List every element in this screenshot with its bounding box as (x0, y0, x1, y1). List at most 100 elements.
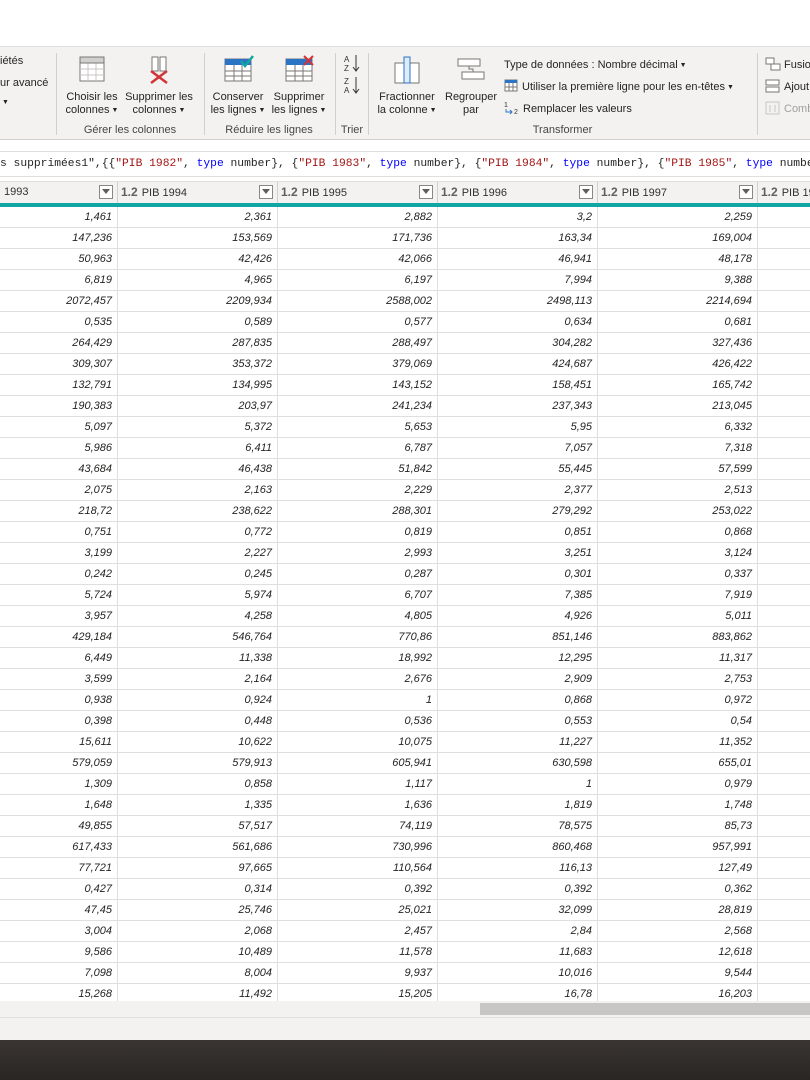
table-cell[interactable]: 1,636 (278, 795, 438, 816)
table-cell[interactable]: 32,099 (438, 900, 598, 921)
table-cell[interactable]: 0,287 (278, 564, 438, 585)
table-cell[interactable]: 0,392 (438, 879, 598, 900)
table-cell[interactable]: 3,2 (438, 207, 598, 228)
table-cell[interactable] (758, 984, 810, 1001)
table-cell[interactable]: 11,227 (438, 732, 598, 753)
table-cell[interactable]: 1,309 (0, 774, 118, 795)
table-cell[interactable]: 165,742 (598, 375, 758, 396)
table-cell[interactable]: 169,004 (598, 228, 758, 249)
table-cell[interactable]: 0,979 (598, 774, 758, 795)
table-cell[interactable]: 10,016 (438, 963, 598, 984)
table-cell[interactable]: 4,965 (118, 270, 278, 291)
table-cell[interactable] (758, 522, 810, 543)
table-cell[interactable]: 9,937 (278, 963, 438, 984)
decimal-type-icon[interactable]: 1.2 (441, 185, 458, 199)
table-cell[interactable]: 11,578 (278, 942, 438, 963)
table-cell[interactable]: 85,73 (598, 816, 758, 837)
table-cell[interactable] (758, 228, 810, 249)
table-cell[interactable]: 2,753 (598, 669, 758, 690)
table-cell[interactable]: 15,611 (0, 732, 118, 753)
table-cell[interactable]: 0,772 (118, 522, 278, 543)
table-cell[interactable]: 11,352 (598, 732, 758, 753)
table-cell[interactable]: 2,84 (438, 921, 598, 942)
ribbon-editeur-avance-partial[interactable]: ur avancé (0, 77, 48, 89)
table-cell[interactable]: 11,683 (438, 942, 598, 963)
table-cell[interactable]: 10,075 (278, 732, 438, 753)
table-cell[interactable]: 77,721 (0, 858, 118, 879)
table-cell[interactable]: 0,392 (278, 879, 438, 900)
table-cell[interactable]: 11,492 (118, 984, 278, 1001)
table-cell[interactable] (758, 900, 810, 921)
column-filter-dropdown-icon[interactable] (419, 185, 433, 199)
table-cell[interactable]: 47,45 (0, 900, 118, 921)
table-cell[interactable]: 2,361 (118, 207, 278, 228)
table-cell[interactable]: 5,653 (278, 417, 438, 438)
table-cell[interactable]: 0,535 (0, 312, 118, 333)
table-cell[interactable]: 5,986 (0, 438, 118, 459)
table-cell[interactable] (758, 375, 810, 396)
table-cell[interactable] (758, 711, 810, 732)
table-cell[interactable]: 0,301 (438, 564, 598, 585)
table-cell[interactable] (758, 207, 810, 228)
table-cell[interactable]: 7,994 (438, 270, 598, 291)
table-cell[interactable]: 1,335 (118, 795, 278, 816)
table-cell[interactable]: 134,995 (118, 375, 278, 396)
table-cell[interactable]: 1,748 (598, 795, 758, 816)
table-cell[interactable]: 241,234 (278, 396, 438, 417)
horizontal-scrollbar-thumb[interactable] (480, 1003, 810, 1015)
table-cell[interactable]: 171,736 (278, 228, 438, 249)
table-cell[interactable] (758, 417, 810, 438)
table-cell[interactable]: 0,245 (118, 564, 278, 585)
table-cell[interactable]: 2,676 (278, 669, 438, 690)
table-cell[interactable]: 309,307 (0, 354, 118, 375)
table-cell[interactable] (758, 459, 810, 480)
table-cell[interactable]: 15,268 (0, 984, 118, 1001)
table-cell[interactable]: 213,045 (598, 396, 758, 417)
formula-bar[interactable]: s supprimées1",{{"PIB 1982", type number… (0, 151, 810, 177)
table-cell[interactable]: 9,388 (598, 270, 758, 291)
table-cell[interactable]: 770,86 (278, 627, 438, 648)
table-cell[interactable] (758, 858, 810, 879)
table-cell[interactable] (758, 291, 810, 312)
table-cell[interactable]: 605,941 (278, 753, 438, 774)
column-filter-dropdown-icon[interactable] (99, 185, 113, 199)
table-cell[interactable]: 28,819 (598, 900, 758, 921)
table-cell[interactable]: 158,451 (438, 375, 598, 396)
replace-values-button[interactable]: 1 2 Remplacer les valeurs (504, 99, 632, 117)
table-cell[interactable] (758, 837, 810, 858)
table-cell[interactable]: 97,665 (118, 858, 278, 879)
table-cell[interactable]: 49,855 (0, 816, 118, 837)
table-cell[interactable]: 2,229 (278, 480, 438, 501)
merge-queries-button-partial[interactable]: Fusio (765, 55, 810, 73)
table-cell[interactable]: 253,022 (598, 501, 758, 522)
table-cell[interactable]: 5,974 (118, 585, 278, 606)
table-cell[interactable]: 203,97 (118, 396, 278, 417)
ribbon-proprietes-partial[interactable]: iétés (0, 55, 23, 67)
table-cell[interactable] (758, 606, 810, 627)
table-cell[interactable]: 10,489 (118, 942, 278, 963)
sort-descending-button[interactable]: Z A (343, 75, 361, 95)
table-cell[interactable]: 860,468 (438, 837, 598, 858)
table-cell[interactable]: 9,544 (598, 963, 758, 984)
table-cell[interactable]: 2,075 (0, 480, 118, 501)
table-cell[interactable]: 190,383 (0, 396, 118, 417)
table-cell[interactable]: 655,01 (598, 753, 758, 774)
column-filter-dropdown-icon[interactable] (739, 185, 753, 199)
table-cell[interactable] (758, 333, 810, 354)
table-cell[interactable] (758, 354, 810, 375)
table-cell[interactable] (758, 690, 810, 711)
table-cell[interactable]: 116,13 (438, 858, 598, 879)
table-cell[interactable]: 6,197 (278, 270, 438, 291)
table-cell[interactable]: 0,448 (118, 711, 278, 732)
table-cell[interactable] (758, 648, 810, 669)
table-cell[interactable] (758, 249, 810, 270)
table-cell[interactable] (758, 732, 810, 753)
table-cell[interactable]: 0,938 (0, 690, 118, 711)
table-cell[interactable] (758, 501, 810, 522)
table-cell[interactable] (758, 879, 810, 900)
table-cell[interactable]: 11,317 (598, 648, 758, 669)
table-cell[interactable]: 730,996 (278, 837, 438, 858)
table-cell[interactable]: 6,411 (118, 438, 278, 459)
table-cell[interactable]: 0,851 (438, 522, 598, 543)
table-cell[interactable]: 2,163 (118, 480, 278, 501)
